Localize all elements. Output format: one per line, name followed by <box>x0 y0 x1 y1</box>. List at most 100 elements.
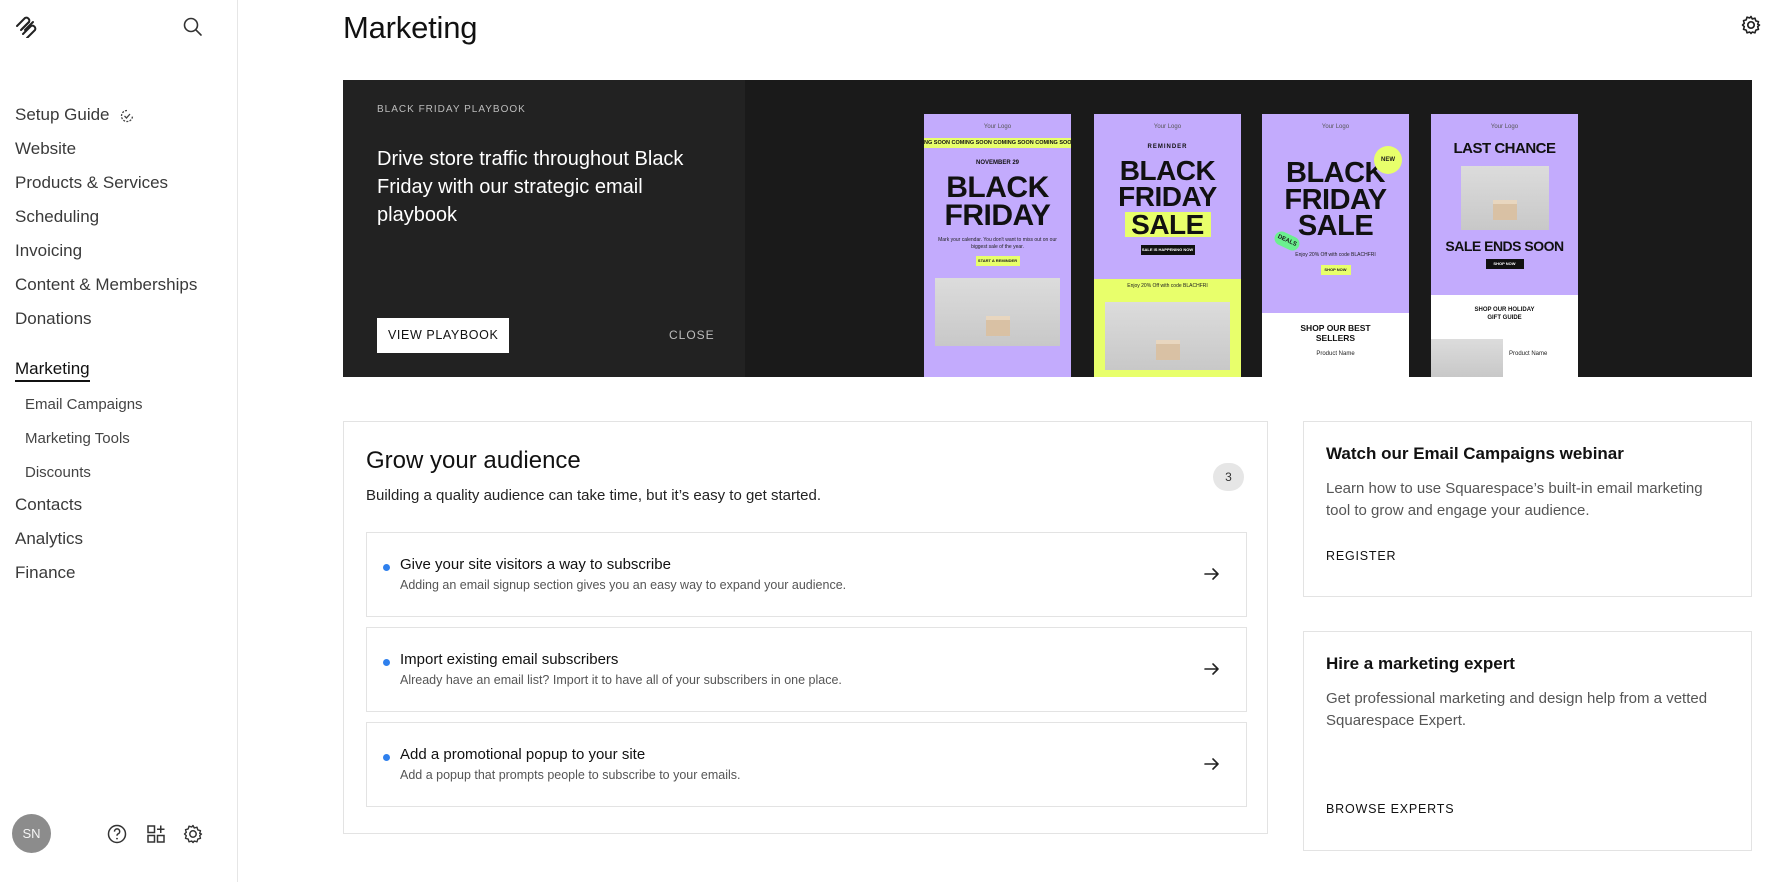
task-status-dot <box>383 564 390 571</box>
nav-subitem-label: Email Campaigns <box>25 396 143 413</box>
settings-gear-icon[interactable] <box>182 823 204 845</box>
page-settings-gear-icon[interactable] <box>1740 14 1762 36</box>
nav-item-label: Website <box>15 139 77 158</box>
register-link[interactable]: REGISTER <box>1326 549 1396 563</box>
close-banner-button[interactable]: CLOSE <box>669 328 715 342</box>
nav-item-label: Setup Guide <box>15 105 110 124</box>
email-cta: SHOP NOW <box>1485 258 1524 269</box>
task-title: Add a promotional popup to your site <box>400 746 646 763</box>
product-photo <box>1431 339 1503 377</box>
email-description: Mark your calendar. You don't want to mi… <box>938 237 1057 250</box>
email-section-title: SHOP OUR BEST SELLERS <box>1300 323 1371 344</box>
nav-item-website[interactable]: Website <box>15 134 225 168</box>
email-preview-sale: Your Logo NEW BLACK FRIDAY SALE DEALS En… <box>1262 114 1409 377</box>
nav-item-label: Products & Services <box>15 173 169 192</box>
task-title: Give your site visitors a way to subscri… <box>400 556 671 573</box>
banner-eyebrow: BLACK FRIDAY PLAYBOOK <box>377 104 526 115</box>
product-photo <box>1460 165 1549 230</box>
nav-subitem-label: Marketing Tools <box>25 430 130 447</box>
task-subscribe-section[interactable]: Give your site visitors a way to subscri… <box>366 532 1247 617</box>
product-box-image <box>1155 339 1180 360</box>
email-description: Enjoy 20% Off with code BLACHFRI <box>1127 283 1208 289</box>
nav-item-scheduling[interactable]: Scheduling <box>15 202 225 236</box>
squarespace-logo-icon[interactable] <box>14 14 38 38</box>
email-logo-text: Your Logo <box>1490 124 1519 130</box>
progress-check-icon <box>121 109 134 122</box>
email-ticker: NG SOON COMING SOON COMING SOON COMING S… <box>924 138 1071 148</box>
view-playbook-button[interactable]: VIEW PLAYBOOK <box>377 318 510 353</box>
email-section-title: SHOP OUR HOLIDAY GIFT GUIDE <box>1474 307 1535 321</box>
arrow-right-icon <box>1204 663 1219 675</box>
webinar-title: Watch our Email Campaigns webinar <box>1326 444 1624 463</box>
grow-audience-card: Grow your audience Building a quality au… <box>343 421 1268 834</box>
banner-text-panel: BLACK FRIDAY PLAYBOOK Drive store traffi… <box>343 80 745 377</box>
new-badge: NEW <box>1374 146 1402 174</box>
email-logo-text: Your Logo <box>983 124 1012 130</box>
email-preview-last-chance: Your Logo LAST CHANCE SALE ENDS SOON SHO… <box>1431 114 1578 377</box>
black-friday-banner: BLACK FRIDAY PLAYBOOK Drive store traffi… <box>343 80 1752 377</box>
nav-item-contacts[interactable]: Contacts <box>15 490 225 524</box>
nav-item-label: Content & Memberships <box>15 275 198 294</box>
task-description: Adding an email signup section gives you… <box>400 578 847 592</box>
nav-item-label: Invoicing <box>15 241 83 260</box>
nav-item-donations[interactable]: Donations <box>15 304 225 338</box>
email-preview-reminder: Your Logo REMINDER BLACK FRIDAY SALE SAL… <box>1094 114 1241 377</box>
avatar[interactable]: SN <box>12 814 51 853</box>
expert-description: Get professional marketing and design he… <box>1326 690 1708 729</box>
nav-item-setup-guide[interactable]: Setup Guide <box>15 100 225 134</box>
product-box-image <box>1492 199 1517 220</box>
grow-audience-subtitle: Building a quality audience can take tim… <box>366 487 821 504</box>
email-white-section: SHOP OUR HOLIDAY GIFT GUIDE Product Name <box>1431 295 1578 377</box>
nav-item-finance[interactable]: Finance <box>15 558 225 592</box>
task-promotional-popup[interactable]: Add a promotional popup to your site Add… <box>366 722 1247 807</box>
nav-item-invoicing[interactable]: Invoicing <box>15 236 225 270</box>
task-import-subscribers[interactable]: Import existing email subscribers Alread… <box>366 627 1247 712</box>
task-description: Already have an email list? Import it to… <box>400 673 842 687</box>
email-headline: LAST CHANCE <box>1453 140 1557 157</box>
help-icon[interactable] <box>106 823 128 845</box>
email-cta: START A REMINDER <box>975 256 1020 267</box>
email-headline-secondary: SALE ENDS SOON <box>1445 237 1564 254</box>
nav-item-label: Scheduling <box>15 207 100 226</box>
nav-item-products-services[interactable]: Products & Services <box>15 168 225 202</box>
expert-title: Hire a marketing expert <box>1326 654 1515 673</box>
email-product-name: Product Name <box>1316 351 1355 358</box>
nav-item-label: Finance <box>15 563 76 582</box>
nav-item-analytics[interactable]: Analytics <box>15 524 225 558</box>
email-yellow-section: Enjoy 20% Off with code BLACHFRI <box>1094 279 1241 377</box>
nav-subitem-marketing-tools[interactable]: Marketing Tools <box>15 422 225 456</box>
email-preview-coming-soon: Your Logo NG SOON COMING SOON COMING SOO… <box>924 114 1071 377</box>
email-white-section: SHOP OUR BEST SELLERS Product Name <box>1262 313 1409 377</box>
marketing-expert-card: Hire a marketing expert Get professional… <box>1303 631 1752 851</box>
nav-item-content-memberships[interactable]: Content & Memberships <box>15 270 225 304</box>
grow-audience-title: Grow your audience <box>366 447 581 474</box>
main-content: Marketing BLACK FRIDAY PLAYBOOK Drive st… <box>238 0 1770 882</box>
email-headline: BLACK FRIDAY <box>944 171 1051 232</box>
sidebar-footer: SN <box>12 814 222 854</box>
task-count-badge: 3 <box>1213 463 1244 491</box>
arrow-right-icon <box>1204 568 1219 580</box>
email-logo-text: Your Logo <box>1321 124 1350 130</box>
search-icon[interactable] <box>182 16 204 38</box>
task-status-dot <box>383 659 390 666</box>
email-headline-highlight: SALE <box>1124 210 1211 238</box>
email-date: NOVEMBER 29 <box>975 160 1019 166</box>
nav-item-marketing[interactable]: Marketing <box>15 354 225 388</box>
browse-experts-link[interactable]: BROWSE EXPERTS <box>1326 802 1454 816</box>
email-cta: SHOP NOW <box>1320 264 1351 275</box>
task-title: Import existing email subscribers <box>400 651 619 668</box>
nav-subitem-label: Discounts <box>25 464 91 481</box>
nav-subitem-email-campaigns[interactable]: Email Campaigns <box>15 388 225 422</box>
apps-grid-icon[interactable] <box>145 823 167 845</box>
page-title: Marketing <box>343 10 478 45</box>
sidebar: Setup Guide Website Products & Services … <box>0 0 238 882</box>
nav-item-label: Donations <box>15 309 92 328</box>
task-status-dot <box>383 754 390 761</box>
email-cta: SALE IS HAPPENING NOW <box>1140 245 1195 256</box>
email-eyebrow: REMINDER <box>1147 144 1188 150</box>
email-product-name: Product Name <box>1509 351 1548 357</box>
main-nav: Setup Guide Website Products & Services … <box>15 100 225 592</box>
nav-subitem-discounts[interactable]: Discounts <box>15 456 225 490</box>
nav-item-label: Contacts <box>15 495 83 514</box>
webinar-description: Learn how to use Squarespace’s built-in … <box>1326 480 1703 519</box>
